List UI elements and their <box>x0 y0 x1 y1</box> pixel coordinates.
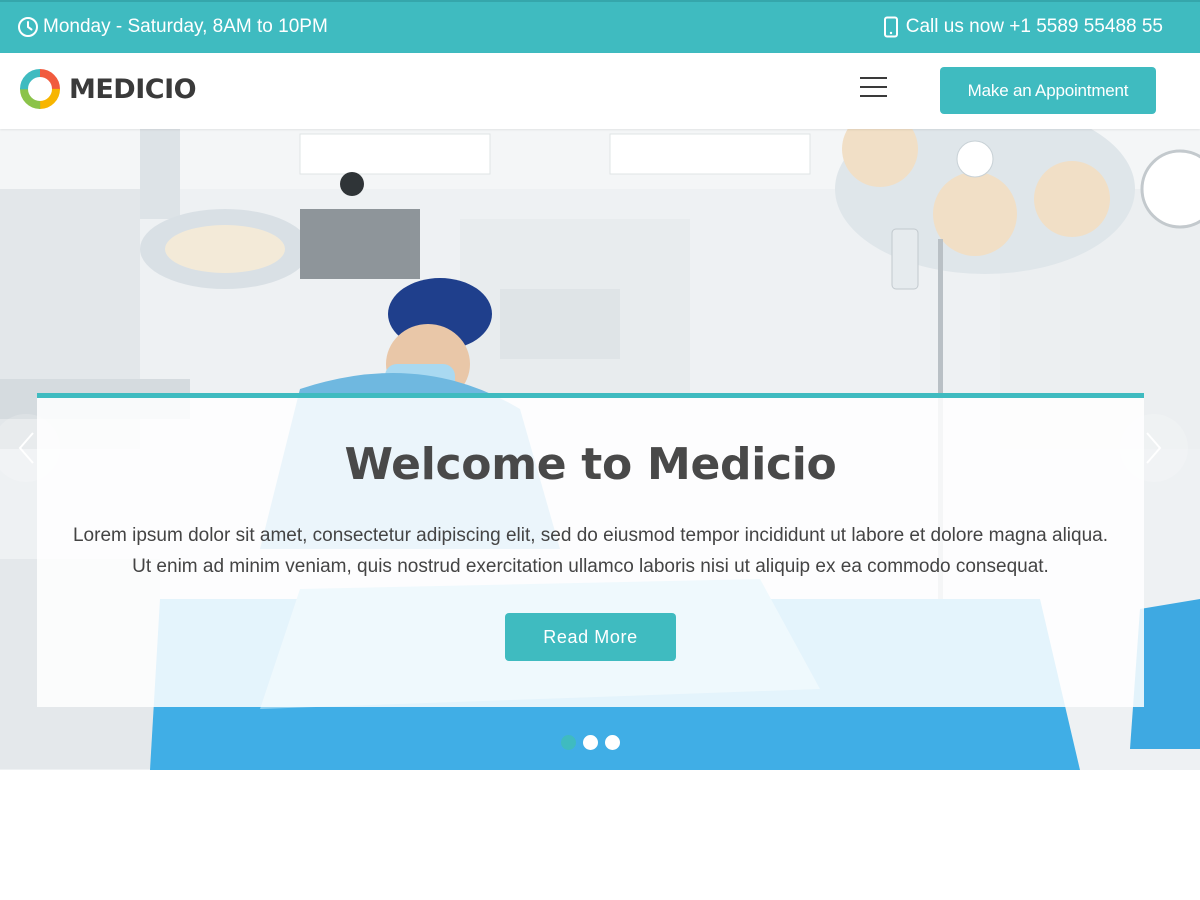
logo[interactable]: MEDICIO <box>18 67 197 111</box>
phone-text[interactable]: Call us now +1 5589 55488 55 <box>906 16 1163 38</box>
slide-dot-2[interactable] <box>583 735 598 750</box>
opening-hours-text: Monday - Saturday, 8AM to 10PM <box>43 16 328 37</box>
logo-text[interactable]: MEDICIO <box>69 74 197 105</box>
read-more-button[interactable]: Read More <box>505 613 676 661</box>
phone-contact[interactable]: Call us now +1 5589 55488 55 <box>880 16 1163 38</box>
slide-dot-1[interactable] <box>561 735 576 750</box>
clock-icon <box>17 16 39 38</box>
make-appointment-button[interactable]: Make an Appointment <box>940 67 1156 114</box>
site-header: MEDICIO Make an Appointment <box>0 53 1200 129</box>
hero-description-line-2: Ut enim ad minim veniam, quis nostrud ex… <box>132 556 1049 577</box>
hero-slider: Welcome to Medicio Lorem ipsum dolor sit… <box>0 129 1200 770</box>
hero-description-line-1: Lorem ipsum dolor sit amet, consectetur … <box>72 525 1108 546</box>
hero-title: Welcome to Medicio <box>344 439 837 490</box>
hero-description: Lorem ipsum dolor sit amet, consectetur … <box>37 520 1144 582</box>
slide-dot-3[interactable] <box>605 735 620 750</box>
logo-ring-icon <box>20 69 60 109</box>
phone-icon <box>880 16 902 38</box>
hero-caption: Welcome to Medicio Lorem ipsum dolor sit… <box>37 393 1144 707</box>
hamburger-icon[interactable] <box>860 77 887 101</box>
opening-hours: Monday - Saturday, 8AM to 10PM <box>17 16 328 38</box>
top-info-bar: Monday - Saturday, 8AM to 10PM Call us n… <box>0 0 1200 53</box>
slide-indicators <box>561 735 627 750</box>
